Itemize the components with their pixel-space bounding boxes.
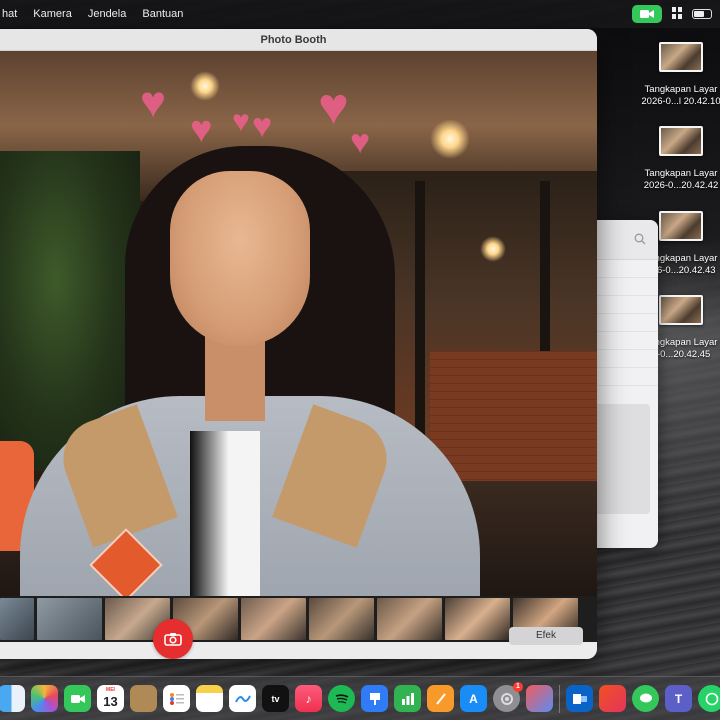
contacts-icon[interactable] <box>130 685 157 712</box>
photo-booth-window: Photo Booth ♥ ♥ ♥ ♥ ♥ ♥ Efek <box>0 29 597 659</box>
effects-button[interactable]: Efek <box>509 627 583 645</box>
freeform-icon[interactable] <box>229 685 256 712</box>
outlook-icon[interactable] <box>566 685 593 712</box>
file-name: Tangkapan Layar 2026-0...20.42.42 <box>643 168 719 191</box>
heart-effect-icon: ♥ <box>190 109 213 151</box>
finder-icon[interactable] <box>0 685 25 712</box>
desktop-file[interactable]: Tangkapan Layar 2026-0...20.42.42 <box>626 126 720 192</box>
music-icon[interactable]: ♪ <box>295 685 322 712</box>
heart-effect-icon: ♥ <box>232 105 250 138</box>
take-photo-button[interactable] <box>153 619 193 659</box>
heart-effect-icon: ♥ <box>140 78 167 127</box>
spotify-icon[interactable] <box>328 685 355 712</box>
dock: MEI 13 tv ♪ A 1 T <box>0 676 720 720</box>
preview-panel <box>594 404 650 514</box>
numbers-icon[interactable] <box>394 685 421 712</box>
menu-item-lihat[interactable]: hat <box>0 8 25 20</box>
menu-item-jendela[interactable]: Jendela <box>80 8 135 20</box>
person-face <box>170 171 310 346</box>
menu-bar: hat Kamera Jendela Bantuan <box>0 0 720 28</box>
heart-effect-icon: ♥ <box>318 78 349 136</box>
photo-thumbnail[interactable] <box>445 598 510 640</box>
ceiling-light <box>190 71 220 101</box>
photo-thumbnail[interactable] <box>0 598 34 640</box>
status-area <box>632 0 712 28</box>
window-title: Photo Booth <box>0 29 597 51</box>
inner-shirt <box>190 431 260 596</box>
photos-icon[interactable] <box>31 685 58 712</box>
facetime-icon[interactable] <box>64 685 91 712</box>
menu-item-kamera[interactable]: Kamera <box>25 8 80 20</box>
camera-icon <box>164 633 182 646</box>
camera-preview: ♥ ♥ ♥ ♥ ♥ ♥ <box>0 51 597 596</box>
photo-filmstrip <box>0 596 597 642</box>
search-icon[interactable] <box>634 232 646 250</box>
photo-thumbnail[interactable] <box>309 598 374 640</box>
photo-thumbnail[interactable] <box>37 598 102 640</box>
calendar-icon[interactable]: MEI 13 <box>97 685 124 712</box>
file-name: Tangkapan Layar 2026-0...l 20.42.10 <box>641 84 720 107</box>
photo-thumbnail[interactable] <box>241 598 306 640</box>
photo-thumbnail[interactable] <box>377 598 442 640</box>
teams-icon[interactable]: T <box>665 685 692 712</box>
calendar-day: 13 <box>103 694 118 709</box>
dock-separator <box>559 684 560 713</box>
ceiling-light <box>480 236 506 262</box>
notes-icon[interactable] <box>196 685 223 712</box>
facetime-status-icon[interactable] <box>632 5 662 23</box>
screenshot-thumbnail-icon <box>659 42 703 72</box>
screenshot-thumbnail-icon <box>659 295 703 325</box>
reminders-icon[interactable] <box>163 685 190 712</box>
pages-icon[interactable] <box>427 685 454 712</box>
keynote-icon[interactable] <box>361 685 388 712</box>
heart-effect-icon: ♥ <box>350 123 371 161</box>
menu-item-bantuan[interactable]: Bantuan <box>134 8 191 20</box>
control-icon[interactable] <box>672 6 682 22</box>
system-settings-icon[interactable]: 1 <box>493 682 523 712</box>
appstore-icon[interactable]: A <box>460 685 487 712</box>
notification-badge: 1 <box>513 682 523 692</box>
heart-effect-icon: ♥ <box>252 107 273 145</box>
battery-icon[interactable] <box>692 9 712 19</box>
calendar-month: MEI <box>106 687 115 693</box>
appletv-icon[interactable]: tv <box>262 685 289 712</box>
screenshot-thumbnail-icon <box>659 126 703 156</box>
ceiling-light <box>430 119 470 159</box>
messages-icon[interactable] <box>632 685 659 712</box>
office-icon[interactable] <box>599 685 626 712</box>
screenshot-thumbnail-icon <box>659 211 703 241</box>
iphone-mirroring-icon[interactable] <box>526 685 553 712</box>
whatsapp-icon[interactable] <box>698 685 720 712</box>
desktop-file[interactable]: Tangkapan Layar 2026-0...l 20.42.10 <box>626 42 720 108</box>
